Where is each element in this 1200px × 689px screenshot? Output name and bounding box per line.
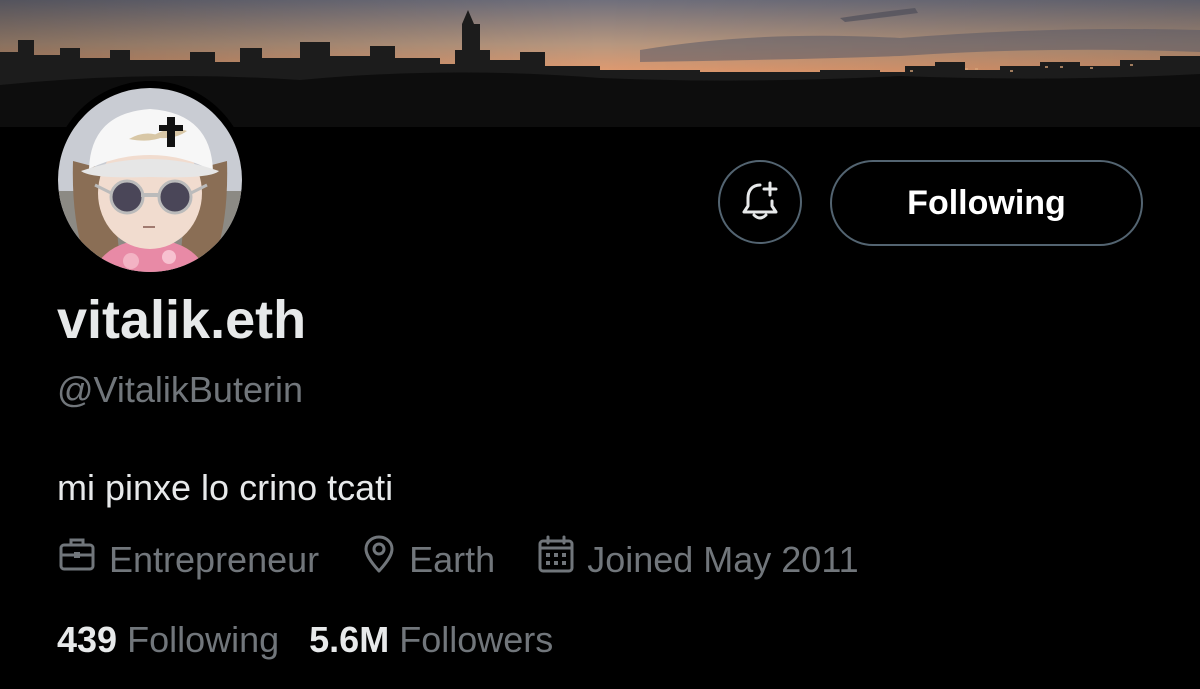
notifications-button[interactable] [718, 160, 802, 244]
briefcase-icon [57, 534, 109, 586]
avatar-image [51, 81, 249, 279]
profile-avatar[interactable] [51, 81, 249, 279]
bell-plus-icon [740, 179, 780, 226]
followers-count: 5.6M [309, 619, 390, 660]
occupation-item: Entrepreneur [57, 534, 319, 586]
joined-item: Joined May 2011 [537, 534, 859, 586]
location-pin-icon [361, 534, 409, 586]
profile-stats: 439 Following 5.6M Followers [57, 616, 583, 664]
location-item: Earth [361, 534, 495, 586]
user-handle: @VitalikButerin [57, 369, 303, 410]
profile-meta: Entrepreneur Earth Joined May 2011 [57, 534, 901, 586]
followers-label: Followers [399, 619, 554, 660]
joined-text: Joined May 2011 [587, 539, 859, 580]
display-name: vitalik.eth [57, 290, 307, 350]
followers-stat-link[interactable]: 5.6M Followers [309, 616, 553, 664]
calendar-icon [537, 534, 587, 586]
following-label: Following [127, 619, 280, 660]
location-text: Earth [409, 539, 496, 580]
profile-bio: mi pinxe lo crino tcati [57, 467, 394, 508]
following-stat-link[interactable]: 439 Following [57, 616, 279, 664]
occupation-text: Entrepreneur [109, 539, 320, 580]
following-count: 439 [57, 619, 118, 660]
following-button[interactable]: Following [830, 160, 1143, 246]
following-button-label: Following [907, 183, 1066, 222]
